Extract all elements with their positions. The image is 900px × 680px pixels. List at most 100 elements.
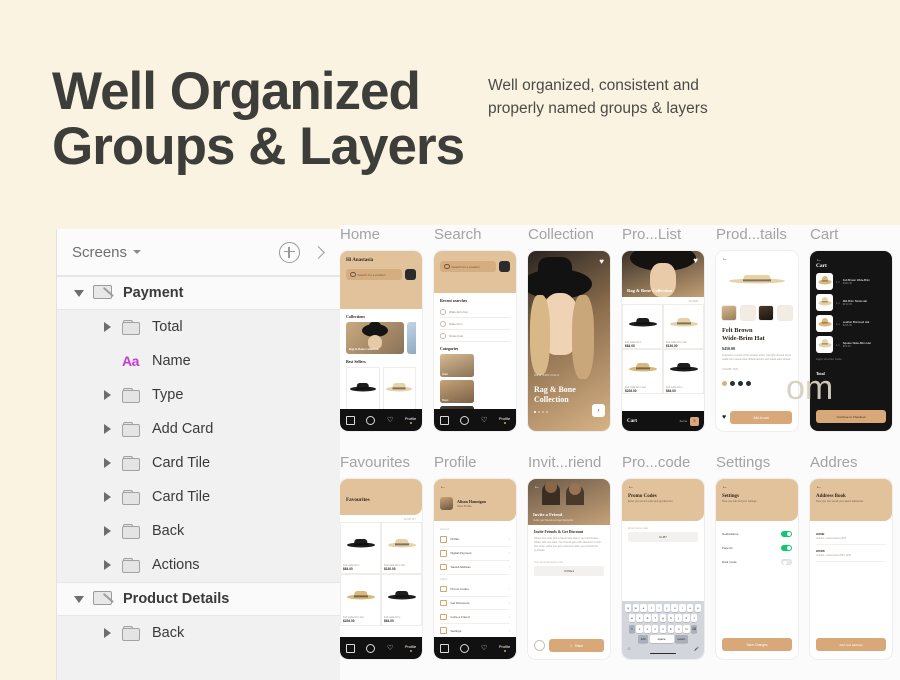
category-card[interactable]: Bags [440, 380, 474, 403]
nav-item-home[interactable] [439, 415, 449, 425]
layer-row-total[interactable]: Total [57, 310, 340, 344]
arrow-left-icon[interactable]: ← [628, 484, 634, 490]
cart-bar[interactable]: Cart Items 3 [622, 411, 704, 431]
product-card[interactable]: Felt wide-brim$64.00 [622, 304, 663, 349]
promo-code-field[interactable]: UXNE1 [534, 566, 604, 576]
key-m[interactable]: m [683, 624, 690, 633]
key-w[interactable]: w [632, 604, 639, 613]
key-x[interactable]: x [644, 624, 651, 633]
add-to-cart-button[interactable]: Add to cart [730, 411, 792, 424]
key-c[interactable]: c [652, 624, 659, 633]
toggle-switch[interactable] [781, 531, 792, 537]
key-j[interactable]: j [675, 614, 682, 623]
nav-item-home[interactable] [345, 643, 355, 653]
menu-item-profile[interactable]: Profile › [440, 533, 510, 547]
chevron-right-icon[interactable]: › [592, 404, 605, 417]
thumbnail[interactable] [739, 305, 756, 321]
phone-mockup-address[interactable]: ← Address Book Here you can set all your s… [810, 479, 892, 659]
screen-label[interactable]: Collection [528, 225, 622, 251]
key-a[interactable]: a [628, 614, 636, 623]
phone-mockup-productdetails[interactable]: ← Felt Brown Wide-Brim Hat $450.00 Framed i… [716, 251, 798, 431]
address-entry[interactable]: HOME Gubbio, Greenstreet 1278 [816, 528, 886, 545]
key-k[interactable]: k [683, 614, 690, 623]
triangle-down-icon[interactable] [74, 289, 84, 297]
phone-mockup-promo[interactable]: ← Promo Codes Enter your promo code and ge… [622, 479, 704, 659]
key-q[interactable]: q [624, 604, 632, 613]
cart-item-row[interactable]: 1 x Felt Brown Wide-Brim $450.00 [816, 273, 886, 290]
nav-item-search[interactable] [366, 415, 376, 425]
phone-mockup-home[interactable]: Hi Anastasia Search for a product Collecti… [340, 251, 422, 431]
phone-mockup-profile[interactable]: ← Alison Hannigan View Profile Account Profi… [434, 479, 516, 659]
triangle-right-icon[interactable] [104, 322, 111, 332]
recent-search-item[interactable]: Wide brim [440, 318, 510, 330]
panel-title[interactable]: Screens [72, 244, 127, 261]
emoji-icon[interactable]: ☺ [627, 646, 631, 651]
search-input[interactable]: Search for a product [346, 269, 402, 280]
color-swatch[interactable] [730, 381, 735, 386]
menu-item-digital-payment[interactable]: Digital Payment › [440, 547, 510, 561]
key-d[interactable]: d [644, 614, 651, 623]
product-card[interactable]: Felt wide-brim hat $130.00 [381, 522, 422, 574]
bag-icon[interactable] [405, 269, 416, 280]
setting-row-notifications[interactable]: Notifications [722, 527, 792, 541]
nav-item-search[interactable] [460, 643, 470, 653]
key-p[interactable]: p [694, 604, 702, 613]
collections-carousel[interactable]: Rag & Bone Collection [346, 322, 416, 354]
color-swatches[interactable] [722, 373, 792, 391]
triangle-down-icon[interactable] [74, 595, 84, 603]
save-changes-button[interactable]: Save Changes [722, 638, 792, 651]
arrow-left-icon[interactable]: ← [816, 484, 822, 490]
key-o[interactable]: o [687, 604, 694, 613]
checkout-button[interactable]: Continue to Checkout [816, 410, 886, 423]
screen-label[interactable]: Addres [810, 453, 900, 479]
return-key[interactable]: return [674, 635, 688, 644]
triangle-right-icon[interactable] [104, 424, 111, 434]
screen-label[interactable]: Home [340, 225, 434, 251]
screen-label[interactable]: Cart [810, 225, 900, 251]
setting-row-dark-mode[interactable]: Dark mode [722, 555, 792, 569]
phone-mockup-invite[interactable]: ← Invite a Friend Invite your friends and … [528, 479, 610, 659]
arrow-left-icon[interactable]: ← [722, 484, 728, 490]
product-card[interactable]: Felt wide-brim$64.00 [381, 574, 422, 626]
product-card[interactable]: Felt wide-brim hat $226.00 [340, 574, 381, 626]
screen-label[interactable]: Settings [716, 453, 810, 479]
toggle-switch[interactable] [781, 545, 792, 551]
triangle-right-icon[interactable] [104, 628, 111, 638]
heart-icon[interactable]: ♥ [693, 256, 698, 265]
color-swatch[interactable] [722, 381, 727, 386]
phone-mockup-productlist[interactable]: Rag & Bone Collection ♥ FILTER Felt wide-br… [622, 251, 704, 431]
product-card[interactable]: Felt wide-brim$64.00 [346, 367, 380, 418]
menu-item-invite-a-friend[interactable]: Invite a Friend › [440, 610, 510, 625]
carousel-dot[interactable] [534, 411, 536, 413]
carousel-dot[interactable] [546, 411, 548, 413]
heart-icon[interactable]: ♥ [599, 257, 604, 266]
key-l[interactable]: l [690, 614, 698, 623]
screen-label[interactable]: Search [434, 225, 528, 251]
screen-label[interactable]: Pro...code [622, 453, 716, 479]
nav-item-favourites[interactable]: ♡ [387, 645, 393, 652]
key-g[interactable]: g [659, 614, 667, 623]
carousel-dot[interactable] [542, 411, 544, 413]
product-card[interactable]: Felt wide-brim hat $130.00 [663, 304, 704, 349]
layer-row-back[interactable]: Back [57, 514, 340, 548]
arrow-left-icon[interactable]: ← [722, 256, 728, 262]
collection-card[interactable]: Rag & Bone Collection [346, 322, 404, 354]
share-button[interactable]: ⇪ Share [549, 639, 604, 652]
numeric-key[interactable]: 123 [638, 635, 649, 644]
key-b[interactable]: b [667, 624, 674, 633]
thumbnail-strip[interactable] [716, 305, 798, 321]
triangle-right-icon[interactable] [104, 560, 111, 570]
user-row[interactable]: Alison Hannigan View Profile [440, 497, 510, 510]
search-input[interactable]: Search for a product [440, 261, 496, 272]
recent-search-item[interactable]: Wide-brim hat [440, 306, 510, 318]
setting-row-face-id[interactable]: Face ID [722, 541, 792, 555]
phone-mockup-collection[interactable]: ♥ NEW ARRIVALS Rag & Bone Collection › [528, 251, 610, 431]
search-bar[interactable]: Search for a product [440, 261, 510, 272]
phone-mockup-search[interactable]: Search for a product Recent searches Wide-… [434, 251, 516, 431]
layer-row-add-card[interactable]: Add Card [57, 412, 340, 446]
key-i[interactable]: i [679, 604, 686, 613]
bag-icon[interactable] [499, 261, 510, 272]
layer-row-type[interactable]: Type [57, 378, 340, 412]
key-v[interactable]: v [659, 624, 667, 633]
menu-item-get-discounts[interactable]: Get Discounts › [440, 597, 510, 611]
